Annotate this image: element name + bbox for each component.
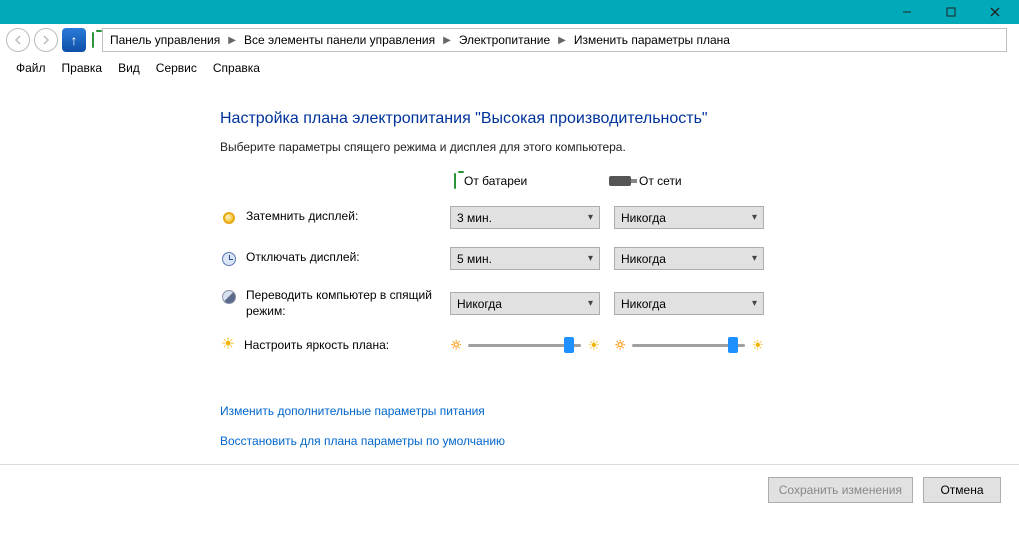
brightness-ac-slider[interactable]: 🔅 ☀ [614,337,764,354]
minimize-button[interactable] [885,0,929,24]
sun-bright-icon: ☀ [587,337,600,354]
chevron-right-icon: ▶ [441,35,453,46]
column-header-ac: От сети [605,174,760,188]
breadcrumb-item[interactable]: Панель управления [107,32,223,48]
select-value: Никогда [621,252,666,266]
row-off-display: Отключать дисплей: 5 мин. ▾ Никогда ▾ [220,247,1019,270]
breadcrumb-item[interactable]: Все элементы панели управления [241,32,438,48]
sleep-battery-select[interactable]: Никогда ▾ [450,292,600,315]
link-restore-defaults[interactable]: Восстановить для плана параметры по умол… [220,434,1019,448]
sun-dim-icon: 🔅 [614,340,626,351]
row-sleep: Переводить компьютер в спящий режим: Ник… [220,288,1019,319]
row-dim-display: Затемнить дисплей: 3 мин. ▾ Никогда ▾ [220,206,1019,229]
chevron-right-icon: ▶ [556,35,568,46]
up-button[interactable]: ↑ [62,28,86,52]
chevron-down-icon: ▾ [752,253,757,264]
select-value: 3 мин. [457,211,492,225]
sun-bright-icon: ☀ [751,337,764,354]
nav-toolbar: ↑ Панель управления ▶ Все элементы панел… [0,24,1019,56]
column-header-label: От батареи [464,174,527,188]
menu-bar: Файл Правка Вид Сервис Справка [0,56,1019,82]
sleep-icon [220,288,238,306]
column-header-battery: От батареи [450,174,605,188]
battery-icon [454,174,456,188]
dim-ac-select[interactable]: Никогда ▾ [614,206,764,229]
forward-button[interactable] [34,28,58,52]
cancel-button[interactable]: Отмена [923,477,1001,503]
column-header-label: От сети [639,174,682,188]
brightness-battery-slider[interactable]: 🔅 ☀ [450,337,600,354]
chevron-down-icon: ▾ [752,212,757,223]
menu-service[interactable]: Сервис [148,58,205,78]
breadcrumb-item[interactable]: Изменить параметры плана [571,32,733,48]
dim-battery-select[interactable]: 3 мин. ▾ [450,206,600,229]
chevron-down-icon: ▾ [588,253,593,264]
menu-view[interactable]: Вид [110,58,148,78]
dim-icon [220,209,238,227]
row-brightness: ☀ Настроить яркость плана: 🔅 ☀ 🔅 ☀ [220,337,1019,354]
select-value: Никогда [457,297,502,311]
chevron-right-icon: ▶ [226,35,238,46]
sleep-ac-select[interactable]: Никогда ▾ [614,292,764,315]
display-off-icon [220,250,238,268]
chevron-down-icon: ▾ [588,298,593,309]
maximize-button[interactable] [929,0,973,24]
save-button[interactable]: Сохранить изменения [768,477,913,503]
chevron-down-icon: ▾ [588,212,593,223]
menu-help[interactable]: Справка [205,58,268,78]
battery-indicator-icon [92,33,94,47]
footer-buttons: Сохранить изменения Отмена [0,464,1019,515]
row-label: Переводить компьютер в спящий режим: [246,288,450,319]
menu-file[interactable]: Файл [8,58,54,78]
chevron-down-icon: ▾ [752,298,757,309]
select-value: 5 мин. [457,252,492,266]
close-button[interactable] [973,0,1017,24]
link-advanced-settings[interactable]: Изменить дополнительные параметры питани… [220,404,1019,418]
row-label: Отключать дисплей: [246,250,360,266]
page-subtitle: Выберите параметры спящего режима и дисп… [220,140,1019,154]
page-title: Настройка плана электропитания "Высокая … [220,110,1019,128]
back-button[interactable] [6,28,30,52]
breadcrumb-bar[interactable]: Панель управления ▶ Все элементы панели … [102,28,1007,52]
off-battery-select[interactable]: 5 мин. ▾ [450,247,600,270]
sun-dim-icon: 🔅 [450,340,462,351]
off-ac-select[interactable]: Никогда ▾ [614,247,764,270]
menu-edit[interactable]: Правка [54,58,111,78]
select-value: Никогда [621,211,666,225]
row-label: Настроить яркость плана: [244,338,389,354]
titlebar [0,0,1019,24]
brightness-icon: ☀ [220,338,236,354]
row-label: Затемнить дисплей: [246,209,358,225]
plug-icon [609,176,631,186]
main-content: Настройка плана электропитания "Высокая … [0,82,1019,448]
breadcrumb-item[interactable]: Электропитание [456,32,553,48]
select-value: Никогда [621,297,666,311]
